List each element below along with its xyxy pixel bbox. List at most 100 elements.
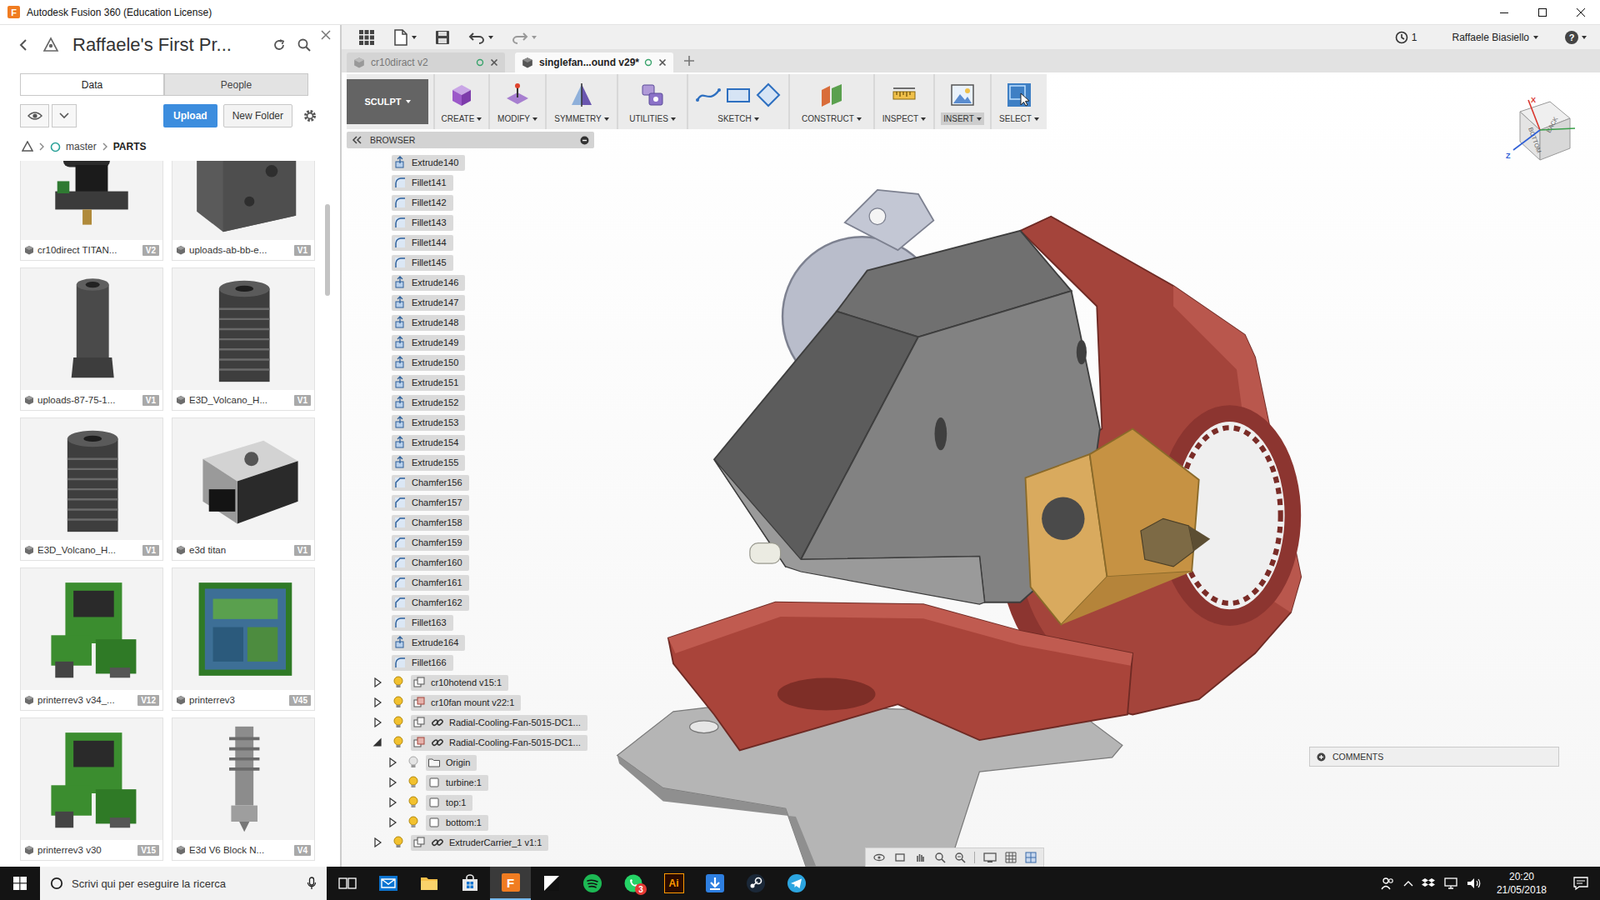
- feature-row[interactable]: Extrude153: [346, 412, 595, 433]
- feature-row[interactable]: Chamfer160: [346, 552, 595, 573]
- expand-triangle-icon[interactable]: [387, 777, 398, 788]
- panel-tab[interactable]: People: [164, 73, 309, 96]
- minimize-panel-icon[interactable]: [580, 135, 590, 145]
- feature-row[interactable]: Fillet143: [346, 212, 595, 233]
- zoom-icon[interactable]: [934, 851, 946, 864]
- minimize-button[interactable]: [1485, 0, 1524, 25]
- taskbar-app[interactable]: [408, 866, 450, 900]
- toolbar-group[interactable]: MODIFY: [488, 74, 545, 130]
- display-settings-icon[interactable]: [983, 851, 997, 864]
- toolbar-group[interactable]: UTILITIES: [616, 74, 687, 130]
- file-card[interactable]: uploads-87-75-1...V1: [20, 267, 164, 411]
- feature-row[interactable]: Chamfer162: [346, 592, 595, 613]
- undo-button[interactable]: [468, 30, 494, 45]
- feature-row[interactable]: Chamfer158: [346, 512, 595, 533]
- feature-row[interactable]: Chamfer157: [346, 492, 595, 513]
- fit-icon[interactable]: [954, 851, 966, 864]
- workspace-switcher[interactable]: SCULPT: [346, 79, 429, 125]
- comments-bar[interactable]: COMMENTS: [1309, 746, 1560, 767]
- expand-triangle-icon[interactable]: [387, 797, 398, 808]
- search-icon[interactable]: [296, 37, 312, 53]
- feature-row[interactable]: Extrude150: [346, 352, 595, 373]
- taskbar-app[interactable]: [775, 866, 817, 900]
- scrollbar-thumb[interactable]: [325, 204, 330, 296]
- visibility-bulb-icon[interactable]: [392, 715, 405, 730]
- component-row[interactable]: Radial-Cooling-Fan-5015-DC1...: [346, 712, 595, 733]
- visibility-bulb-icon[interactable]: [407, 755, 420, 770]
- grid-settings-icon[interactable]: [1005, 851, 1017, 864]
- document-tab[interactable]: singlefan...ound v29*: [515, 52, 674, 73]
- pan-hand-icon[interactable]: [914, 851, 926, 864]
- volume-icon[interactable]: [1466, 876, 1482, 890]
- expand-triangle-icon[interactable]: [372, 677, 383, 688]
- refresh-icon[interactable]: [271, 37, 287, 53]
- toolbar-group[interactable]: SELECT: [990, 74, 1047, 130]
- expand-triangle-icon[interactable]: [387, 817, 398, 828]
- close-window-button[interactable]: [1561, 0, 1600, 25]
- viewport[interactable]: SCULPTCREATEMODIFYSYMMETRYUTILITIESSKETC…: [341, 72, 1600, 867]
- view-dropdown-button[interactable]: [51, 104, 77, 128]
- save-icon[interactable]: [435, 30, 450, 45]
- feature-row[interactable]: Extrude152: [346, 392, 595, 413]
- file-card[interactable]: E3D_Volcano_H...V1: [20, 417, 164, 561]
- toolbar-group[interactable]: CREATE: [433, 74, 489, 130]
- feature-row[interactable]: Fillet141: [346, 172, 595, 193]
- toolbar-group[interactable]: CONSTRUCT: [788, 74, 874, 130]
- file-card[interactable]: E3D_Volcano_H...V1: [171, 267, 315, 411]
- scrollbar[interactable]: [325, 160, 332, 867]
- close-tab-icon[interactable]: [490, 58, 499, 67]
- file-card[interactable]: printerrev3 v30V15: [20, 717, 164, 861]
- visibility-bulb-icon[interactable]: [392, 695, 405, 710]
- visibility-bulb-icon[interactable]: [407, 775, 420, 790]
- expand-triangle-icon[interactable]: [372, 717, 383, 728]
- feature-row[interactable]: Extrude149: [346, 332, 595, 353]
- network-icon[interactable]: [1443, 876, 1459, 890]
- component-row[interactable]: cr10hotend v15:1: [346, 672, 595, 693]
- back-arrow-icon[interactable]: [16, 37, 32, 53]
- expand-triangle-icon[interactable]: [372, 737, 383, 748]
- view-toggle-button[interactable]: [20, 104, 50, 128]
- file-card[interactable]: printerrev3 v34_...V12: [20, 567, 164, 711]
- dropbox-icon[interactable]: [1421, 876, 1435, 890]
- feature-row[interactable]: Extrude140: [346, 152, 595, 173]
- feature-row[interactable]: Fillet163: [346, 612, 595, 633]
- feature-row[interactable]: Extrude155: [346, 452, 595, 473]
- close-panel-icon[interactable]: [320, 30, 331, 40]
- visibility-bulb-icon[interactable]: [392, 835, 405, 850]
- feature-row[interactable]: Fillet145: [346, 252, 595, 273]
- taskbar-app[interactable]: [326, 866, 368, 900]
- user-menu[interactable]: Raffaele Biasiello: [1451, 31, 1539, 44]
- child-row[interactable]: bottom:1: [346, 812, 595, 833]
- taskbar-app[interactable]: [530, 866, 572, 900]
- taskbar-app[interactable]: [571, 866, 613, 900]
- feature-row[interactable]: Extrude151: [346, 372, 595, 393]
- breadcrumb-item[interactable]: PARTS: [113, 140, 147, 153]
- look-at-icon[interactable]: [894, 851, 906, 864]
- people-icon[interactable]: [1380, 875, 1395, 891]
- feature-row[interactable]: Extrude147: [346, 292, 595, 313]
- upload-button[interactable]: Upload: [163, 104, 218, 128]
- start-button[interactable]: [0, 866, 40, 900]
- viewcube-icon[interactable]: BOTTOMBACKXZ: [1503, 95, 1579, 165]
- taskbar-app[interactable]: [694, 866, 735, 900]
- taskbar-app[interactable]: [367, 866, 409, 900]
- collapse-icon[interactable]: [351, 135, 362, 145]
- taskbar-app[interactable]: [449, 866, 490, 900]
- hub-icon[interactable]: [21, 140, 34, 153]
- clock[interactable]: 20:2021/05/2018: [1490, 870, 1554, 897]
- taskbar-app[interactable]: [735, 866, 776, 900]
- file-card[interactable]: E3d V6 Block N...V4: [171, 717, 315, 861]
- visibility-bulb-icon[interactable]: [407, 815, 420, 830]
- file-card[interactable]: printerrev3V45: [171, 567, 315, 711]
- file-card[interactable]: e3d titanV1: [171, 417, 315, 561]
- child-row[interactable]: Origin: [346, 752, 595, 773]
- panel-tab[interactable]: Data: [20, 73, 165, 96]
- visibility-bulb-icon[interactable]: [407, 795, 420, 810]
- new-tab-icon[interactable]: [683, 55, 695, 67]
- component-row[interactable]: cr10fan mount v22:1: [346, 692, 595, 713]
- child-row[interactable]: top:1: [346, 792, 595, 813]
- new-folder-button[interactable]: New Folder: [223, 104, 293, 128]
- orbit-icon[interactable]: [872, 851, 886, 864]
- file-card[interactable]: cr10direct TITAN...V2: [20, 160, 164, 261]
- help-menu[interactable]: ?: [1565, 30, 1587, 45]
